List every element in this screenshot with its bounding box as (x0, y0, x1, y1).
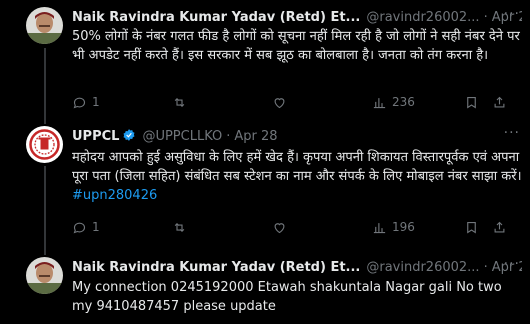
like-icon (274, 222, 285, 233)
reply-button[interactable]: 1 (72, 93, 100, 111)
retweet-button[interactable] (172, 93, 192, 111)
reply-button[interactable]: 1 (72, 218, 100, 236)
author-name[interactable]: Naik Ravindra Kumar Yadav (Retd) Et... (72, 10, 360, 25)
views-count: 196 (392, 220, 415, 234)
views-count: 236 (392, 95, 415, 109)
tweet-header: Naik Ravindra Kumar Yadav (Retd) Et... @r… (72, 9, 522, 27)
share-icon (494, 221, 505, 232)
tweet-header: Naik Ravindra Kumar Yadav (Retd) Et... @r… (72, 259, 522, 277)
reply-count: 1 (92, 220, 100, 234)
share-icon (494, 96, 505, 107)
avatar[interactable] (26, 7, 63, 44)
more-icon[interactable]: ··· (504, 256, 520, 272)
reply-icon (73, 97, 86, 108)
bookmark-button[interactable] (464, 93, 479, 111)
bookmark-icon (467, 221, 476, 234)
tweet-1[interactable]: Naik Ravindra Kumar Yadav (Retd) Et... @r… (0, 0, 530, 118)
share-button[interactable] (492, 93, 507, 111)
timestamp[interactable]: Apr 28 (234, 129, 277, 144)
reply-count: 1 (92, 95, 100, 109)
views-icon (373, 222, 386, 233)
tweet-text: 50% लोगों के नंबर गलत फीड है लोगों को सू… (72, 29, 520, 63)
tweet-header: UPPCL @UPPCLLKO · Apr 28 (72, 128, 522, 146)
retweet-icon (174, 222, 185, 232)
verified-icon (123, 129, 135, 141)
separator-dot: · (483, 260, 488, 275)
action-bar: 1 196 (72, 218, 522, 236)
more-icon[interactable]: ··· (504, 125, 520, 141)
thread-line (44, 241, 46, 255)
tweet-text: महोदय आपको हुई असुविधा के लिए हमें खेद ह… (72, 148, 524, 205)
like-icon (274, 97, 285, 108)
retweet-button[interactable] (172, 218, 192, 236)
views-button[interactable]: 236 (372, 93, 415, 111)
bookmark-icon (467, 96, 476, 109)
tweet-text-content: महोदय आपको हुई असुविधा के लिए हमें खेद ह… (72, 150, 522, 184)
thread-line (44, 118, 46, 124)
author-name[interactable]: UPPCL (72, 129, 119, 144)
reply-icon (73, 222, 86, 233)
tweet-2[interactable]: UPPCL @UPPCLLKO · Apr 28 ··· महोदय आपको हुई… (0, 118, 530, 241)
avatar[interactable] (26, 257, 63, 294)
thread-line (44, 166, 46, 241)
author-handle[interactable]: @UPPCLLKO (142, 129, 222, 144)
share-button[interactable] (492, 218, 507, 236)
hashtag-link[interactable]: #upn280426 (72, 188, 157, 203)
retweet-icon (174, 97, 185, 107)
author-handle[interactable]: @ravindr26002... (366, 260, 479, 275)
action-bar: 1 236 (72, 93, 522, 111)
views-button[interactable]: 196 (372, 218, 415, 236)
views-icon (373, 97, 386, 108)
like-button[interactable] (272, 218, 292, 236)
separator-dot: · (483, 10, 488, 25)
avatar[interactable] (26, 126, 63, 163)
author-handle[interactable]: @ravindr26002... (366, 10, 479, 25)
tweet-text: My connection 0245192000 Etawah shakunta… (72, 280, 502, 314)
like-button[interactable] (272, 93, 292, 111)
separator-dot: · (226, 129, 231, 144)
author-name[interactable]: Naik Ravindra Kumar Yadav (Retd) Et... (72, 260, 360, 275)
thread-line (44, 48, 46, 118)
more-icon[interactable]: ··· (504, 6, 520, 22)
bookmark-button[interactable] (464, 218, 479, 236)
tweet-3[interactable]: Naik Ravindra Kumar Yadav (Retd) Et... @r… (0, 241, 530, 324)
